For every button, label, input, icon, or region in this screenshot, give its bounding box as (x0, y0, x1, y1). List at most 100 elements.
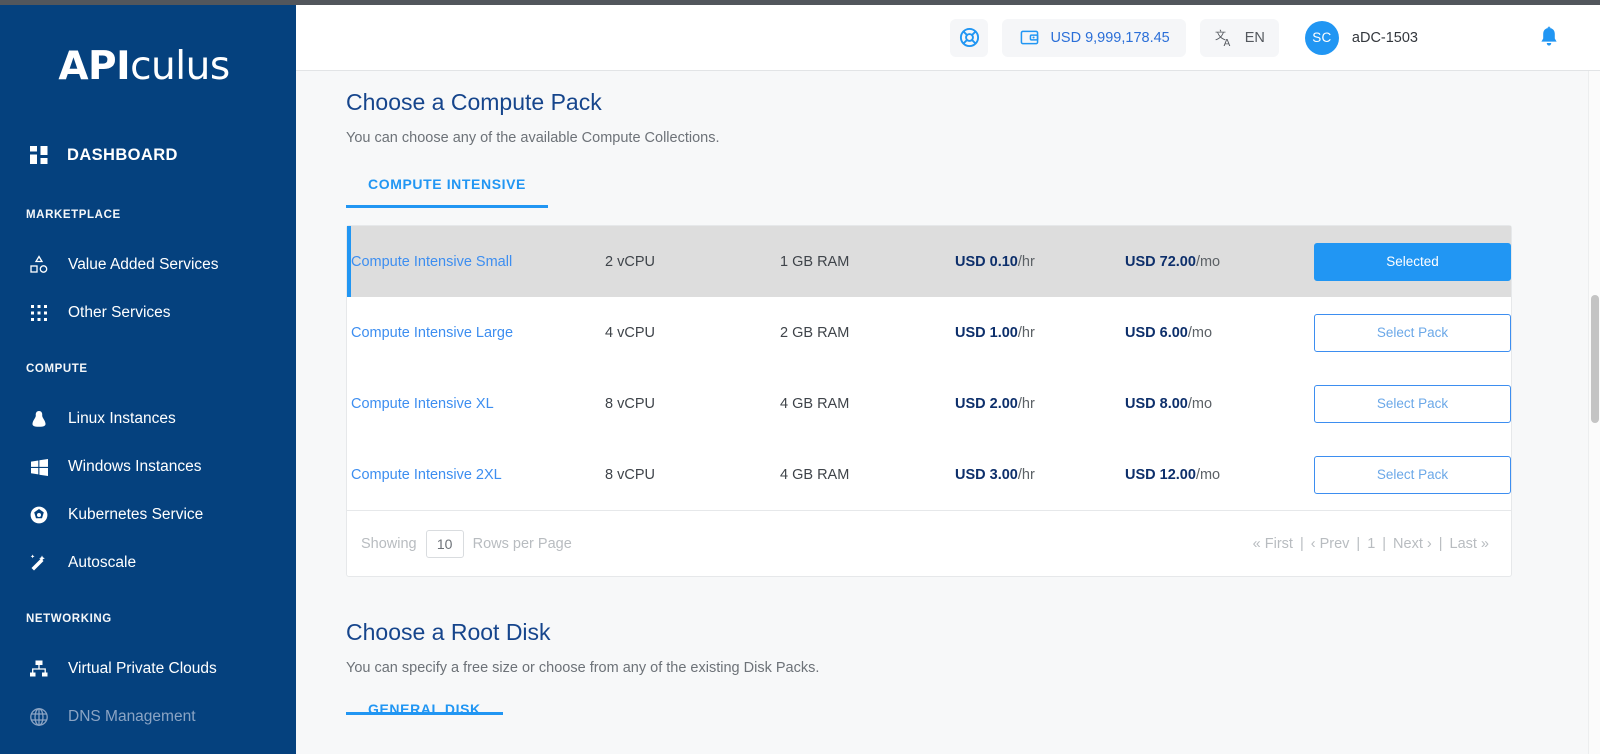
rows-per-page-label: Rows per Page (472, 535, 572, 552)
pager-separator: | (1356, 535, 1361, 552)
sidebar-item-virtual-private-clouds[interactable]: Virtual Private Clouds (0, 645, 288, 693)
table-row[interactable]: Compute Intensive 2XL 8 vCPU 4 GB RAM US… (347, 439, 1511, 510)
pack-monthly-unit: /mo (1187, 324, 1213, 341)
sidebar-item-autoscale[interactable]: Autoscale (0, 539, 288, 587)
pack-hourly-price-cell: USD 2.00/hr (955, 368, 1125, 439)
pack-hourly-unit: /hr (1017, 253, 1035, 270)
pack-hourly-price-cell: USD 3.00/hr (955, 439, 1125, 510)
wallet-balance-amount: USD 9,999,178.45 (1050, 29, 1170, 46)
pack-name-cell: Compute Intensive 2XL (351, 439, 605, 510)
sidebar-item-value-added-services-label: Value Added Services (68, 256, 219, 273)
pager-last[interactable]: Last » (1450, 536, 1490, 552)
language-code: EN (1244, 29, 1265, 46)
pack-cpu-cell: 2 vCPU (605, 253, 655, 270)
table-row[interactable]: Compute Intensive Large 4 vCPU 2 GB RAM … (347, 297, 1511, 368)
pack-hourly-price-cell: USD 0.10/hr (955, 226, 1125, 297)
bell-icon (1538, 26, 1560, 49)
main-content-scrollbar-thumb[interactable] (1591, 295, 1599, 423)
pack-monthly-price-cell: USD 12.00/mo (1125, 439, 1300, 510)
sidebar-group-compute: COMPUTE Linux Instances Windows Instance… (0, 363, 288, 587)
pack-monthly-price: USD 12.00 (1125, 466, 1196, 483)
brand-logo-text: APIculus (58, 44, 230, 89)
sidebar-group-title-networking: NETWORKING (26, 613, 112, 625)
pager-separator: | (1382, 535, 1387, 552)
linux-penguin-icon (28, 408, 50, 430)
table-row[interactable]: Compute Intensive Small 2 vCPU 1 GB RAM … (347, 226, 1511, 297)
page-subtitle-root-disk: You can specify a free size or choose fr… (346, 660, 820, 676)
pack-action-cell: Select Pack (1300, 297, 1511, 368)
sidebar-item-dashboard[interactable]: DASHBOARD (0, 135, 288, 175)
sidebar-item-other-services-label: Other Services (68, 304, 171, 321)
selected-pack-button[interactable]: Selected (1314, 242, 1511, 281)
sidebar-item-linux-instances-label: Linux Instances (68, 410, 176, 427)
pager-current-page[interactable]: 1 (1367, 536, 1375, 552)
pack-monthly-price-cell: USD 8.00/mo (1125, 368, 1300, 439)
rows-per-page-group: Showing Rows per Page (361, 529, 572, 558)
translate-icon: 文 A (1214, 27, 1236, 49)
sidebar-item-kubernetes-service[interactable]: Kubernetes Service (0, 491, 288, 539)
pack-name-link[interactable]: Compute Intensive XL (351, 396, 494, 412)
tab-compute-intensive[interactable]: COMPUTE INTENSIVE (346, 176, 548, 208)
pack-name-cell: Compute Intensive XL (351, 368, 605, 439)
showing-label: Showing (361, 535, 417, 552)
user-account-menu[interactable]: SC aDC-1503 (1304, 20, 1418, 55)
root-disk-tabs: GENERAL DISK (346, 702, 1512, 716)
pack-ram-cell: 2 GB RAM (780, 324, 850, 341)
sidebar-item-windows-instances-label: Windows Instances (68, 458, 202, 475)
sidebar-item-value-added-services[interactable]: Value Added Services (0, 241, 288, 289)
compute-pack-card: Compute Intensive Small 2 vCPU 1 GB RAM … (346, 225, 1512, 577)
rows-per-page-input[interactable] (425, 529, 464, 558)
pack-ram-cell: 1 GB RAM (780, 253, 850, 270)
kubernetes-icon (28, 504, 50, 526)
pack-cpu-cell: 4 vCPU (605, 324, 655, 341)
sidebar-item-autoscale-label: Autoscale (68, 554, 137, 571)
pack-ram-cell: 4 GB RAM (780, 466, 850, 483)
wallet-balance-button[interactable]: USD 9,999,178.45 (1002, 18, 1186, 57)
pack-name-link[interactable]: Compute Intensive Small (351, 254, 512, 270)
select-pack-button[interactable]: Select Pack (1314, 313, 1511, 352)
main-content: Choose a Compute Pack You can choose any… (296, 71, 1588, 754)
table-pagination-footer: Showing Rows per Page « First | ‹ Prev |… (347, 510, 1511, 576)
select-pack-button[interactable]: Select Pack (1314, 384, 1511, 423)
sidebar-item-dashboard-label: DASHBOARD (67, 145, 178, 164)
page-subtitle-compute-pack: You can choose any of the available Comp… (346, 130, 720, 146)
sidebar-item-firewalls-and-security[interactable]: Firewalls and Security (0, 741, 288, 754)
select-pack-button[interactable]: Select Pack (1314, 455, 1511, 494)
pack-name-link[interactable]: Compute Intensive 2XL (351, 467, 502, 483)
table-row[interactable]: Compute Intensive XL 8 vCPU 4 GB RAM USD… (347, 368, 1511, 439)
pack-hourly-unit: /hr (1017, 466, 1035, 483)
sidebar-item-dns-management[interactable]: DNS Management (0, 693, 288, 741)
main-content-scrollbar[interactable] (1588, 71, 1600, 754)
pack-monthly-price: USD 8.00 (1125, 395, 1188, 412)
sidebar-item-linux-instances[interactable]: Linux Instances (0, 395, 288, 443)
sidebar-item-kubernetes-service-label: Kubernetes Service (68, 506, 204, 523)
pager-first[interactable]: « First (1253, 536, 1293, 552)
sidebar-group-title-marketplace: MARKETPLACE (26, 209, 121, 221)
globe-icon (28, 706, 50, 728)
pager-prev[interactable]: ‹ Prev (1311, 536, 1350, 552)
sidebar: APIculus DASHBOARD MARKETPLACE Value Add… (0, 5, 296, 754)
notifications-button[interactable] (1538, 26, 1560, 49)
pack-action-cell: Select Pack (1300, 368, 1511, 439)
wallet-icon (1018, 27, 1040, 49)
sidebar-item-windows-instances[interactable]: Windows Instances (0, 443, 288, 491)
apps-grid-icon (28, 302, 50, 324)
tab-general-disk[interactable]: GENERAL DISK (346, 702, 503, 715)
compute-pack-tabs: COMPUTE INTENSIVE (346, 176, 1512, 209)
pack-monthly-price-cell: USD 72.00/mo (1125, 226, 1300, 297)
page-title-root-disk: Choose a Root Disk (346, 619, 551, 645)
sidebar-item-other-services[interactable]: Other Services (0, 289, 288, 337)
pack-cpu-cell: 8 vCPU (605, 466, 655, 483)
sidebar-group-networking: NETWORKING Virtual Private Clouds DNS Ma… (0, 613, 288, 754)
pager-next[interactable]: Next › (1393, 536, 1432, 552)
pack-name-link[interactable]: Compute Intensive Large (351, 325, 513, 341)
avatar: SC (1304, 20, 1339, 55)
brand-logo[interactable]: APIculus (0, 31, 288, 101)
pack-monthly-unit: /mo (1195, 253, 1221, 270)
pack-hourly-unit: /hr (1017, 395, 1035, 412)
magic-wand-icon (28, 552, 50, 574)
support-button[interactable] (950, 18, 989, 57)
language-selector-button[interactable]: 文 A EN (1199, 18, 1279, 57)
pack-action-cell: Selected (1300, 226, 1511, 297)
pack-hourly-price-cell: USD 1.00/hr (955, 297, 1125, 368)
